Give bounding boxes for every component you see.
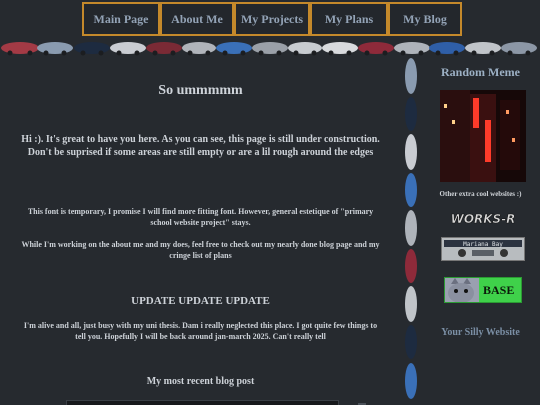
- main-content: So ummmmm Hi :). It's great to have you …: [0, 56, 401, 405]
- base-label: BASE: [483, 283, 515, 297]
- mariana-bay-link-button[interactable]: Mariana Bay: [441, 237, 525, 261]
- right-sidebar: Random Meme Other extra cool websites :)…: [421, 56, 540, 405]
- page-heading: So ummmmm: [158, 83, 243, 98]
- extra-websites-label: Other extra cool websites :): [439, 190, 522, 198]
- your-silly-website-link[interactable]: Your Silly Website: [421, 327, 540, 338]
- font-note-paragraph: This font is temporary, I promise I will…: [27, 207, 374, 227]
- works-r-logo: WORKS-R: [450, 212, 516, 227]
- meme-image: [440, 90, 526, 182]
- recent-blog-frame[interactable]: [66, 400, 339, 405]
- nav-about-me[interactable]: About Me: [160, 2, 234, 36]
- nav-my-projects[interactable]: My Projects: [234, 2, 310, 36]
- works-r-link-button[interactable]: WORKS-R: [441, 210, 525, 228]
- car-divider-vertical: [401, 56, 421, 405]
- works-r-text: WORKS-R: [451, 212, 516, 226]
- nav-main-page[interactable]: Main Page: [82, 2, 160, 36]
- car-column-graphic: [405, 58, 417, 399]
- nav-my-plans[interactable]: My Plans: [310, 2, 388, 36]
- cat-icon: [445, 278, 479, 302]
- intro-paragraph: Hi :). It's great to have you here. As y…: [21, 134, 380, 158]
- car-divider-horizontal: [0, 38, 540, 56]
- top-navigation: Main Page About Me My Projects My Plans …: [82, 2, 462, 36]
- mariana-bay-text: Mariana Bay: [463, 241, 503, 248]
- update-paragraph: I'm alive and all, just busy with my uni…: [23, 321, 378, 341]
- nav-my-blog[interactable]: My Blog: [388, 2, 462, 36]
- meme-picture: [440, 90, 526, 182]
- mariana-bay-logo: Mariana Bay: [444, 240, 522, 257]
- recent-blog-heading: My most recent blog post: [146, 376, 255, 387]
- random-meme-title: Random Meme: [441, 65, 520, 79]
- update-heading: UPDATE UPDATE UPDATE: [131, 295, 270, 307]
- while-note-paragraph: While I'm working on the about me and my…: [21, 240, 380, 260]
- base-link-button[interactable]: BASE: [444, 277, 522, 303]
- car-row-graphic: [1, 42, 537, 56]
